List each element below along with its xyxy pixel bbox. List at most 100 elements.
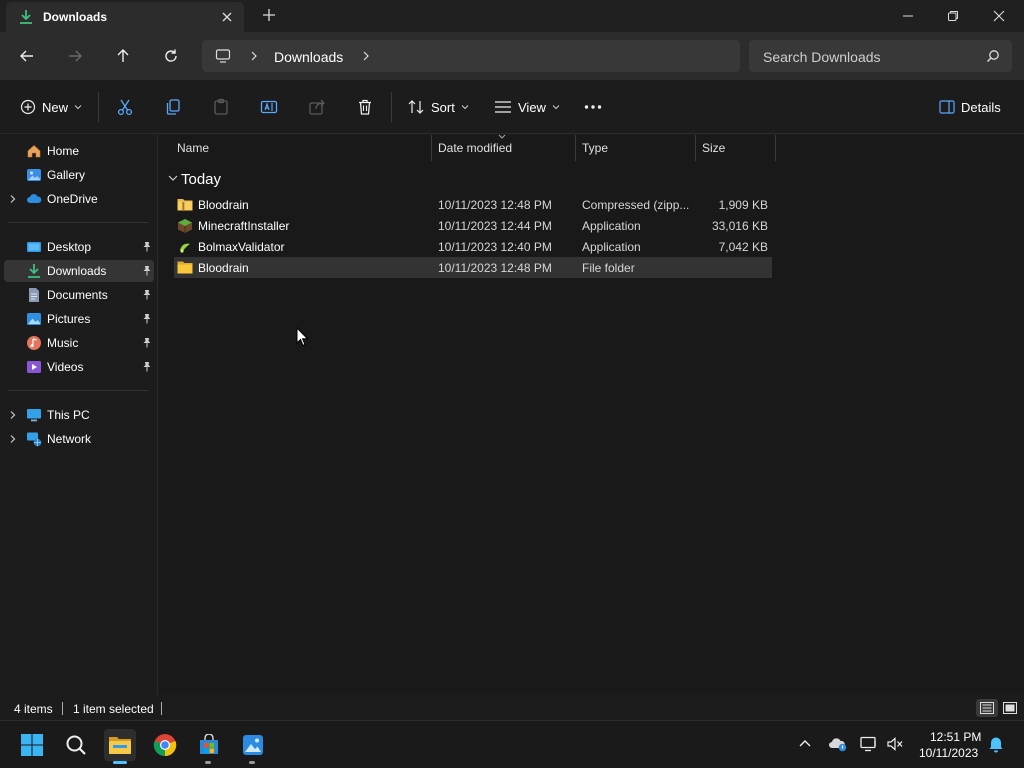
pin-icon[interactable] [142, 361, 152, 372]
copy-button[interactable] [164, 94, 182, 120]
sidebar-item-desktop[interactable]: Desktop [4, 236, 154, 258]
column-header-type[interactable]: Type [576, 135, 696, 161]
sidebar-item-onedrive[interactable]: OneDrive [4, 188, 154, 210]
volume-muted-icon[interactable] [886, 736, 904, 752]
back-icon[interactable] [14, 44, 40, 68]
file-explorer-icon [109, 737, 131, 754]
divider [98, 92, 99, 122]
file-row[interactable]: Bloodrain 10/11/2023 12:48 PM Compressed… [174, 194, 772, 215]
pin-icon[interactable] [142, 337, 152, 348]
view-button[interactable]: View [494, 94, 560, 120]
taskbar-chrome[interactable] [149, 729, 181, 761]
command-bar: New Sort View Details [0, 80, 1024, 134]
chevron-right-icon[interactable] [8, 410, 18, 420]
sidebar-label: OneDrive [47, 192, 98, 206]
sidebar-label: Desktop [47, 240, 92, 254]
rename-button[interactable] [260, 94, 278, 120]
file-row-selected[interactable]: Bloodrain 10/11/2023 12:48 PM File folde… [174, 257, 772, 278]
details-view-toggle[interactable] [976, 699, 998, 717]
pin-icon[interactable] [142, 289, 152, 300]
videos-icon [26, 359, 42, 375]
new-button[interactable]: New [20, 94, 82, 120]
sidebar-label: Gallery [47, 168, 86, 182]
minimize-icon[interactable] [885, 0, 931, 32]
details-button[interactable]: Details [939, 94, 1001, 120]
sidebar-item-videos[interactable]: Videos [4, 356, 154, 378]
close-tab-icon[interactable] [220, 10, 234, 24]
paste-button[interactable] [212, 94, 230, 120]
file-type: File folder [582, 261, 635, 275]
large-icons-view-toggle[interactable] [1000, 699, 1020, 717]
group-header-today[interactable]: Today [181, 171, 221, 188]
restore-icon[interactable] [930, 0, 976, 32]
cut-button[interactable] [116, 94, 134, 120]
sidebar-item-this-pc[interactable]: This PC [4, 404, 154, 426]
search-input[interactable]: Search Downloads [749, 40, 1012, 72]
notification-bell-icon[interactable] [988, 736, 1004, 754]
file-row[interactable]: BolmaxValidator 10/11/2023 12:40 PM Appl… [174, 236, 772, 257]
sidebar-item-pictures[interactable]: Pictures [4, 308, 154, 330]
show-hidden-icons-chevron-icon[interactable] [798, 738, 812, 748]
active-indicator [113, 761, 127, 764]
onedrive-tray-icon[interactable] [828, 736, 848, 752]
copy-icon [164, 98, 182, 116]
file-row[interactable]: MinecraftInstaller 10/11/2023 12:44 PM A… [174, 215, 772, 236]
file-name: Bloodrain [198, 198, 249, 212]
column-label: Name [177, 141, 210, 155]
taskbar-store[interactable] [193, 729, 225, 761]
taskbar-photos[interactable] [237, 729, 269, 761]
chevron-down-icon [461, 103, 469, 111]
new-label: New [42, 99, 69, 115]
chevron-right-icon[interactable] [8, 434, 18, 444]
clock-time[interactable]: 12:51 PM [930, 730, 981, 744]
pictures-icon [26, 311, 42, 327]
share-button[interactable] [308, 94, 326, 120]
sidebar-item-gallery[interactable]: Gallery [4, 164, 154, 186]
network-tray-icon[interactable] [860, 736, 878, 752]
taskbar-file-explorer[interactable] [104, 729, 136, 761]
clock-date[interactable]: 10/11/2023 [919, 746, 978, 760]
chevron-right-icon[interactable] [8, 194, 18, 204]
column-header-size[interactable]: Size [696, 135, 776, 161]
more-options-button[interactable] [584, 94, 602, 120]
details-view-icon [980, 702, 994, 714]
taskbar-search-button[interactable] [60, 729, 92, 761]
sidebar-item-documents[interactable]: Documents [4, 284, 154, 306]
up-icon[interactable] [110, 44, 136, 68]
new-tab-icon[interactable] [262, 8, 276, 22]
pin-icon[interactable] [142, 241, 152, 252]
column-header-date-modified[interactable]: Date modified [432, 134, 576, 161]
document-icon [26, 287, 42, 303]
file-name: BolmaxValidator [198, 240, 285, 254]
app-icon [177, 239, 193, 255]
chevron-right-icon[interactable] [248, 50, 260, 62]
sort-label: Sort [431, 99, 455, 115]
sidebar-item-home[interactable]: Home [4, 140, 154, 162]
group-collapse-icon[interactable] [167, 169, 179, 184]
tab-downloads[interactable]: Downloads [6, 2, 244, 32]
file-name: MinecraftInstaller [198, 219, 290, 233]
rename-icon [260, 98, 278, 116]
sort-button[interactable]: Sort [407, 94, 469, 120]
start-button[interactable] [16, 729, 48, 761]
sidebar-item-downloads[interactable]: Downloads [4, 260, 154, 282]
desktop-icon [26, 239, 42, 255]
column-header-name[interactable]: Name [171, 135, 432, 161]
refresh-icon[interactable] [158, 44, 184, 68]
download-icon [18, 9, 34, 25]
search-icon [66, 735, 86, 755]
sidebar-item-music[interactable]: Music [4, 332, 154, 354]
address-bar[interactable]: Downloads [202, 40, 740, 72]
sidebar-item-network[interactable]: Network [4, 428, 154, 450]
delete-button[interactable] [356, 94, 374, 120]
view-list-icon [494, 99, 512, 115]
pin-icon[interactable] [142, 313, 152, 324]
forward-icon[interactable] [62, 44, 88, 68]
chevron-down-icon [552, 103, 560, 111]
pin-icon[interactable] [142, 265, 152, 276]
breadcrumb-downloads[interactable]: Downloads [274, 49, 343, 65]
file-date: 10/11/2023 12:48 PM [438, 261, 552, 275]
chevron-right-icon[interactable] [360, 50, 372, 62]
close-window-icon[interactable] [976, 0, 1022, 32]
file-size: 7,042 KB [718, 240, 768, 254]
